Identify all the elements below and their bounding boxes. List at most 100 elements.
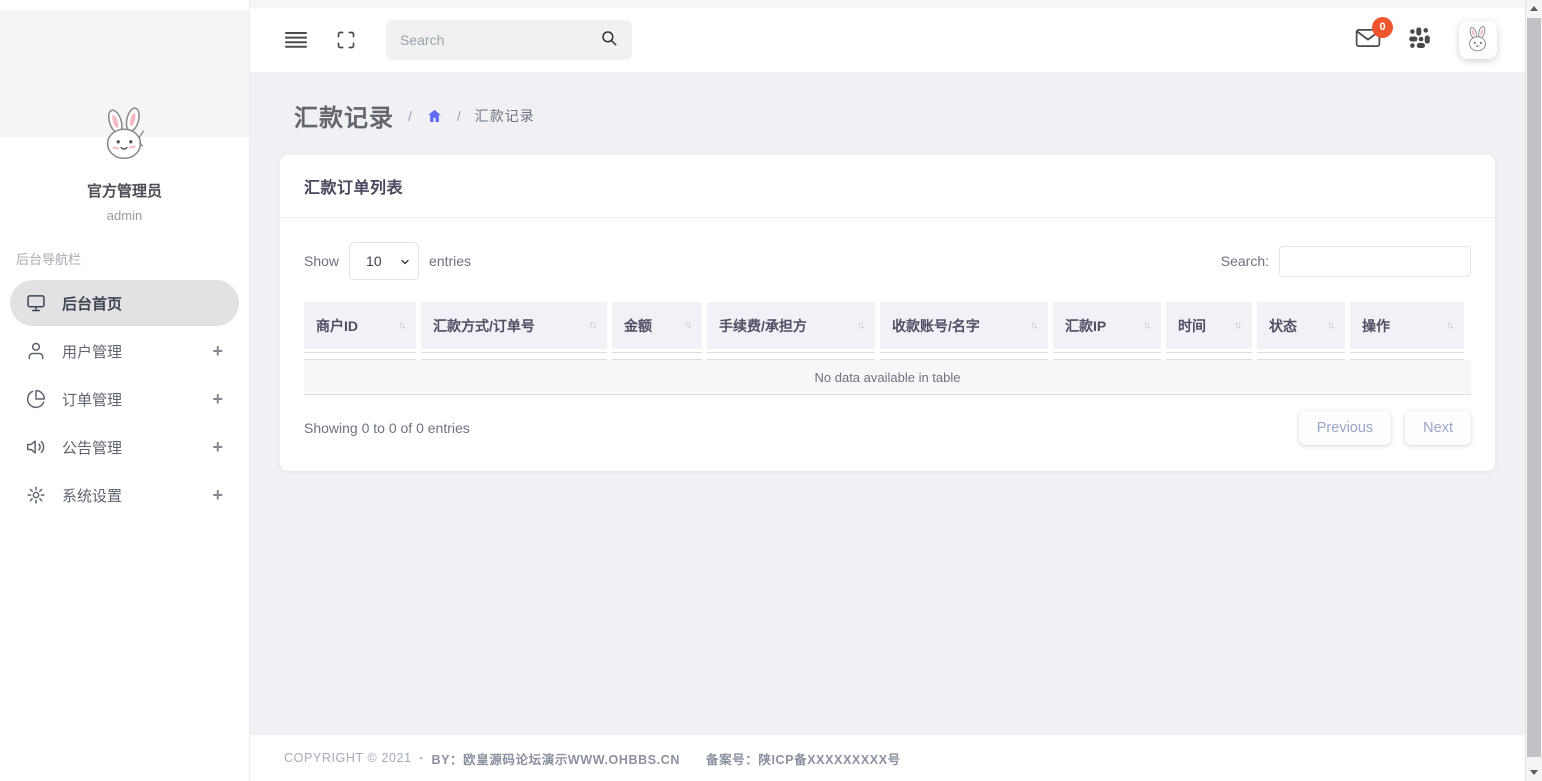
sidebar-item-orders[interactable]: 订单管理 + xyxy=(10,376,239,422)
table-empty-cell xyxy=(304,352,416,360)
user-icon xyxy=(26,341,46,361)
breadcrumb-current: 汇款记录 xyxy=(475,106,535,126)
main-column: 0 xyxy=(250,0,1525,781)
scrollbar-thumb[interactable] xyxy=(1527,18,1541,757)
sort-arrows-icon: ↑↓ xyxy=(1327,320,1333,331)
table-search-input[interactable] xyxy=(1279,246,1471,277)
sidebar-item-label: 系统设置 xyxy=(62,485,122,506)
expand-plus-icon[interactable]: + xyxy=(212,486,223,504)
table-header-cell[interactable]: 商户ID↑↓ xyxy=(304,302,416,349)
table-empty-cell xyxy=(880,352,1048,360)
sidebar-item-users[interactable]: 用户管理 + xyxy=(10,328,239,374)
table-header-cell[interactable]: 状态↑↓ xyxy=(1257,302,1345,349)
sort-arrows-icon: ↑↓ xyxy=(398,320,404,331)
footer-by-text: BY：欧皇源码论坛演示WWW.OHBBS.CN xyxy=(431,749,680,768)
sidebar-item-dashboard[interactable]: 后台首页 xyxy=(10,280,239,326)
expand-plus-icon[interactable]: + xyxy=(212,390,223,408)
length-label-after: entries xyxy=(429,253,471,269)
breadcrumb: 汇款记录 / / 汇款记录 xyxy=(294,98,1495,133)
sort-arrows-icon: ↑↓ xyxy=(684,320,690,331)
table-header-cell[interactable]: 汇款IP↑↓ xyxy=(1053,302,1161,349)
table-header-cell[interactable]: 手续费/承担方↑↓ xyxy=(707,302,875,349)
speaker-icon xyxy=(26,437,46,457)
bullet-icon: ▪ xyxy=(420,753,424,763)
sidebar-item-label: 用户管理 xyxy=(62,341,122,362)
sidebar-nav: 后台首页 用户管理 + 订单管理 + xyxy=(0,280,249,518)
table-header-cell[interactable]: 收款账号/名字↑↓ xyxy=(880,302,1048,349)
content-area: 汇款记录 / / 汇款记录 汇款订单列表 Show xyxy=(250,72,1525,735)
panel-body: Show 10 ent xyxy=(280,218,1495,471)
apps-icon[interactable] xyxy=(1407,25,1433,56)
expand-plus-icon[interactable]: + xyxy=(212,342,223,360)
menu-icon[interactable] xyxy=(278,22,314,58)
footer-record-text: 备案号：陕ICP备XXXXXXXXX号 xyxy=(706,749,901,768)
sidebar: 官方管理员 admin 后台导航栏 后台首页 用户管理 xyxy=(0,0,250,781)
table-empty-message: No data available in table xyxy=(304,360,1471,395)
breadcrumb-separator: / xyxy=(408,108,412,124)
mail-badge: 0 xyxy=(1372,17,1393,38)
table-filter-row xyxy=(304,352,1471,360)
profile-role: admin xyxy=(0,208,249,223)
table-empty-cell xyxy=(421,352,607,360)
top-navbar: 0 xyxy=(250,8,1525,72)
table-empty-cell xyxy=(1053,352,1161,360)
table-header-cell[interactable]: 操作↑↓ xyxy=(1350,302,1464,349)
top-strip xyxy=(250,0,1525,8)
panel-header: 汇款订单列表 xyxy=(280,155,1495,218)
sort-arrows-icon: ↑↓ xyxy=(857,320,863,331)
profile-block: 官方管理员 admin xyxy=(0,105,249,223)
panel-title: 汇款订单列表 xyxy=(304,180,403,197)
table-empty-cell xyxy=(1350,352,1464,360)
fullscreen-icon[interactable] xyxy=(328,22,364,58)
next-button[interactable]: Next xyxy=(1405,411,1471,445)
breadcrumb-separator: / xyxy=(457,108,461,124)
user-avatar[interactable] xyxy=(1459,21,1497,59)
table-empty-cell xyxy=(707,352,875,360)
sort-arrows-icon: ↑↓ xyxy=(1446,320,1452,331)
table-search-label: Search: xyxy=(1221,253,1269,269)
table-footer: Showing 0 to 0 of 0 entries Previous Nex… xyxy=(304,411,1471,445)
table-controls: Show 10 ent xyxy=(304,242,1471,280)
gear-icon xyxy=(26,485,46,505)
profile-name: 官方管理员 xyxy=(0,180,249,201)
expand-plus-icon[interactable]: + xyxy=(212,438,223,456)
copyright-text: COPYRIGHT © 2021 xyxy=(284,751,412,765)
previous-button[interactable]: Previous xyxy=(1299,411,1391,445)
sidebar-item-label: 公告管理 xyxy=(62,437,122,458)
entries-select[interactable]: 10 xyxy=(349,242,419,280)
pie-chart-icon xyxy=(26,389,46,409)
remittance-panel: 汇款订单列表 Show 10 xyxy=(280,155,1495,471)
monitor-icon xyxy=(26,293,46,313)
user-avatar[interactable] xyxy=(94,105,156,172)
sort-arrows-icon: ↑↓ xyxy=(1030,320,1036,331)
scroll-up-icon[interactable] xyxy=(1526,0,1542,17)
nav-section-label: 后台导航栏 xyxy=(16,249,233,268)
sidebar-item-announcements[interactable]: 公告管理 + xyxy=(10,424,239,470)
sidebar-item-label: 后台首页 xyxy=(62,293,122,314)
table-header-row: 商户ID↑↓ 汇款方式/订单号↑↓ 金额↑↓ 手续费/承担方↑↓ 收款账号/名字… xyxy=(304,302,1471,349)
mail-icon[interactable]: 0 xyxy=(1355,27,1381,54)
table-header-cell[interactable]: 汇款方式/订单号↑↓ xyxy=(421,302,607,349)
sort-arrows-icon: ↑↓ xyxy=(1234,320,1240,331)
pagination: Previous Next xyxy=(1285,411,1471,445)
table-header-cell[interactable]: 时间↑↓ xyxy=(1166,302,1252,349)
page-length-control: Show 10 ent xyxy=(304,242,471,280)
sort-arrows-icon: ↑↓ xyxy=(589,320,595,331)
sidebar-item-label: 订单管理 xyxy=(62,389,122,410)
table-empty-cell xyxy=(612,352,702,360)
data-table: 商户ID↑↓ 汇款方式/订单号↑↓ 金额↑↓ 手续费/承担方↑↓ 收款账号/名字… xyxy=(304,302,1471,395)
table-search-control: Search: xyxy=(1221,246,1471,277)
table-empty-cell xyxy=(1166,352,1252,360)
page-title: 汇款记录 xyxy=(294,98,394,133)
search-icon[interactable] xyxy=(600,29,618,52)
sidebar-item-settings[interactable]: 系统设置 + xyxy=(10,472,239,518)
home-icon[interactable] xyxy=(426,108,443,124)
app-window: 官方管理员 admin 后台导航栏 后台首页 用户管理 xyxy=(0,0,1542,781)
search-input[interactable] xyxy=(400,32,600,48)
length-label-before: Show xyxy=(304,253,339,269)
vertical-scrollbar[interactable] xyxy=(1525,0,1542,781)
scroll-down-icon[interactable] xyxy=(1526,764,1542,781)
table-header-cell[interactable]: 金额↑↓ xyxy=(612,302,702,349)
table-empty-cell xyxy=(1257,352,1345,360)
sort-arrows-icon: ↑↓ xyxy=(1143,320,1149,331)
